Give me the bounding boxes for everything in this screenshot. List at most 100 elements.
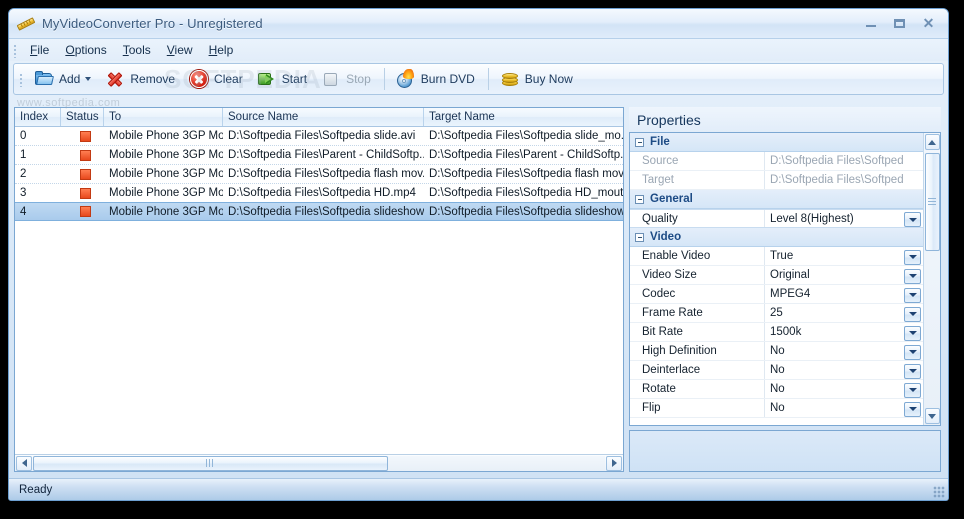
- dropdown-button-enable-video[interactable]: [904, 249, 921, 265]
- property-row-enable-video[interactable]: Enable Video True: [630, 247, 923, 266]
- property-value-bit-rate[interactable]: 1500k: [765, 323, 904, 341]
- dropdown-button-deinterlace[interactable]: [904, 363, 921, 379]
- table-row[interactable]: 3 Mobile Phone 3GP Mo... D:\Softpedia File…: [15, 184, 623, 203]
- cell-target-name: D:\Softpedia Files\Softpedia slideshow.: [429, 205, 623, 218]
- maximize-button[interactable]: [886, 13, 913, 33]
- scroll-right-button[interactable]: [606, 455, 622, 471]
- status-square-icon: [79, 149, 91, 161]
- cell-source-name: D:\Softpedia Files\Softpedia flash mov..…: [228, 168, 424, 180]
- status-text: Ready: [19, 483, 53, 496]
- property-value-codec[interactable]: MPEG4: [765, 285, 904, 303]
- cell-index: 3: [20, 187, 27, 199]
- menu-item-help[interactable]: Help: [201, 41, 242, 59]
- dropdown-button-bit-rate[interactable]: [904, 325, 921, 341]
- property-row-high-definition[interactable]: High Definition No: [630, 342, 923, 361]
- collapse-expander-icon[interactable]: [635, 137, 644, 147]
- dropdown-button-high-definition[interactable]: [904, 344, 921, 360]
- dropdown-button-flip[interactable]: [904, 401, 921, 417]
- chevron-down-icon[interactable]: [85, 77, 92, 81]
- dropdown-button-rotate[interactable]: [904, 382, 921, 398]
- menu-grip-handle[interactable]: [12, 42, 19, 58]
- property-row-flip[interactable]: Flip No: [630, 399, 923, 418]
- properties-grid: File Source D:\Softpedia Files\Softped Targ…: [630, 133, 923, 425]
- status-badge: [61, 187, 104, 199]
- property-value-rotate[interactable]: No: [765, 380, 904, 398]
- property-group-general[interactable]: General: [630, 190, 923, 209]
- property-row-bit-rate[interactable]: Bit Rate 1500k: [630, 323, 923, 342]
- buy-now-button[interactable]: Buy Now: [495, 66, 580, 92]
- property-group-video[interactable]: Video: [630, 228, 923, 247]
- dropdown-button-codec[interactable]: [904, 287, 921, 303]
- collapse-expander-icon[interactable]: [635, 232, 644, 242]
- table-row[interactable]: 1 Mobile Phone 3GP Mo... D:\Softpedia File…: [15, 146, 623, 165]
- property-name-flip: Flip: [630, 399, 765, 417]
- remove-button[interactable]: Remove: [100, 66, 182, 92]
- stop-button-label: Stop: [346, 72, 371, 86]
- property-name-high-definition: High Definition: [630, 342, 765, 360]
- property-group-file[interactable]: File: [630, 133, 923, 152]
- toolbar-grip-handle[interactable]: [18, 71, 25, 87]
- burn-dvd-button-label: Burn DVD: [420, 72, 475, 86]
- table-row[interactable]: 0 Mobile Phone 3GP Mo... D:\Softpedia File…: [15, 127, 623, 146]
- clear-button[interactable]: Clear: [184, 66, 250, 92]
- property-group-label: General: [650, 193, 693, 205]
- list-column-header-target-name[interactable]: Target Name: [424, 108, 623, 126]
- menu-item-options[interactable]: Options: [57, 41, 114, 59]
- property-value-video-size[interactable]: Original: [765, 266, 904, 284]
- horizontal-scrollbar[interactable]: [15, 454, 623, 471]
- property-value-enable-video[interactable]: True: [765, 247, 904, 265]
- start-button[interactable]: Start: [252, 66, 314, 92]
- property-value-flip[interactable]: No: [765, 399, 904, 417]
- menu-item-tools[interactable]: Tools: [115, 41, 159, 59]
- list-column-header-index[interactable]: Index: [15, 108, 61, 126]
- properties-grid-wrapper: File Source D:\Softpedia Files\Softped Targ…: [629, 132, 941, 426]
- stop-button[interactable]: Stop: [316, 66, 378, 92]
- cell-to: Mobile Phone 3GP Mo...: [109, 168, 223, 180]
- cell-source-name: D:\Softpedia Files\Softpedia slideshow..…: [228, 205, 424, 218]
- burn-dvd-button[interactable]: Burn DVD: [391, 66, 482, 92]
- dropdown-button-frame-rate[interactable]: [904, 306, 921, 322]
- property-value-frame-rate[interactable]: 25: [765, 304, 904, 322]
- property-row-frame-rate[interactable]: Frame Rate 25: [630, 304, 923, 323]
- scroll-down-button[interactable]: [924, 408, 940, 424]
- close-button[interactable]: ✕: [915, 13, 942, 33]
- property-row-video-size[interactable]: Video Size Original: [630, 266, 923, 285]
- property-row-deinterlace[interactable]: Deinterlace No: [630, 361, 923, 380]
- vertical-scroll-thumb[interactable]: [924, 153, 940, 251]
- collapse-expander-icon[interactable]: [635, 194, 644, 204]
- list-column-header-source-name[interactable]: Source Name: [223, 108, 424, 126]
- property-row-rotate[interactable]: Rotate No: [630, 380, 923, 399]
- scroll-up-button[interactable]: [924, 134, 940, 150]
- menu-item-view[interactable]: View: [159, 41, 201, 59]
- window-title: MyVideoConverter Pro - Unregistered: [42, 16, 263, 31]
- add-button[interactable]: Add: [29, 66, 98, 92]
- table-row[interactable]: 4 Mobile Phone 3GP Mo... D:\Softpedia File…: [15, 202, 623, 221]
- status-bar: Ready: [9, 478, 948, 500]
- properties-vertical-scrollbar[interactable]: [923, 133, 940, 425]
- minimize-button[interactable]: [857, 13, 884, 33]
- buy-now-button-label: Buy Now: [524, 72, 573, 86]
- list-column-header-to[interactable]: To: [104, 108, 223, 126]
- chevron-down-icon: [908, 217, 917, 222]
- red-x-icon: [105, 69, 125, 89]
- property-value-quality[interactable]: Level 8(Highest): [765, 210, 904, 227]
- property-value-deinterlace[interactable]: No: [765, 361, 904, 379]
- menu-item-file[interactable]: File: [22, 41, 57, 59]
- vertical-scroll-track[interactable]: [924, 151, 940, 407]
- horizontal-scroll-thumb[interactable]: [33, 455, 388, 471]
- property-row-codec[interactable]: Codec MPEG4: [630, 285, 923, 304]
- cell-index: 4: [20, 205, 27, 218]
- resize-grip-icon[interactable]: [933, 486, 945, 498]
- scroll-left-button[interactable]: [16, 455, 32, 471]
- dropdown-button-quality[interactable]: [904, 212, 921, 227]
- property-description-pane: [629, 430, 941, 472]
- horizontal-scroll-track[interactable]: [33, 455, 605, 471]
- dropdown-button-video-size[interactable]: [904, 268, 921, 284]
- list-column-header-status[interactable]: Status: [61, 108, 104, 126]
- property-row-quality[interactable]: Quality Level 8(Highest): [630, 209, 923, 228]
- property-value-high-definition[interactable]: No: [765, 342, 904, 360]
- cell-source-name: D:\Softpedia Files\Parent - ChildSoftp..…: [228, 149, 424, 161]
- green-play-icon: [257, 69, 277, 89]
- status-square-icon: [79, 187, 91, 199]
- table-row[interactable]: 2 Mobile Phone 3GP Mo... D:\Softpedia File…: [15, 165, 623, 184]
